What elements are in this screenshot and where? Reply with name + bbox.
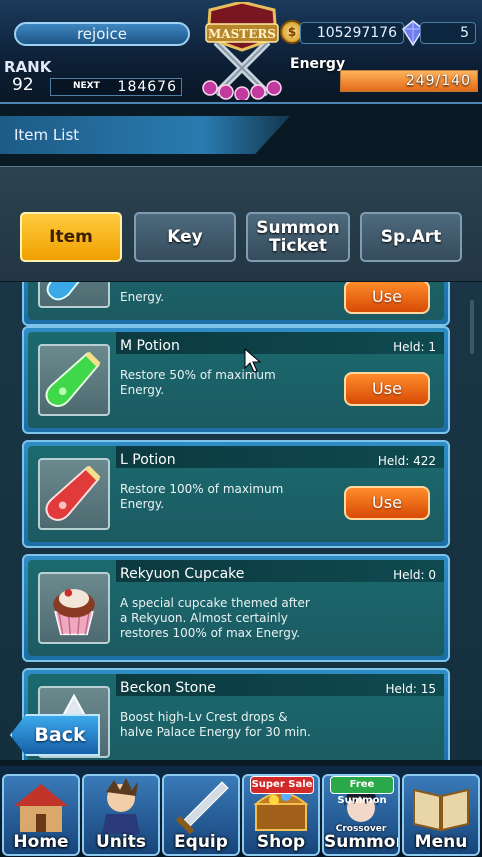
nav-shop[interactable]: Super Sale Shop (242, 774, 320, 856)
nav-home[interactable]: Home (2, 774, 80, 856)
next-exp-value: 184676 (117, 79, 177, 95)
item-name: Beckon Stone (120, 680, 216, 696)
tab-sp-art[interactable]: Sp.Art (360, 212, 462, 262)
next-label: NEXT (73, 81, 100, 91)
masters-crest-logo: MASTERS (202, 2, 282, 100)
cursor-icon (244, 348, 262, 373)
units-icon (102, 778, 140, 834)
top-hud: rejoice MASTERS $ 105297176 5 RANK 92 NE… (0, 0, 482, 104)
item-desc: Energy. (120, 290, 165, 304)
item-held-count: Held: 1 (393, 340, 436, 354)
tab-summon-ticket-label: Summon Ticket (256, 218, 340, 256)
item-name: Rekyuon Cupcake (120, 566, 245, 582)
use-button[interactable]: Use (344, 282, 430, 314)
page-title: Item List (14, 126, 80, 144)
tab-key[interactable]: Key (134, 212, 236, 262)
energy-bar: 249/140 (340, 70, 478, 92)
tab-key-label: Key (167, 227, 203, 247)
energy-label: Energy (290, 56, 346, 72)
tab-sp-art-label: Sp.Art (380, 227, 442, 247)
bottom-nav: Home Units Equip Super Sale Shop Free Su… (0, 766, 482, 857)
back-button[interactable]: Back (10, 714, 100, 756)
item-name: M Potion (120, 338, 180, 354)
m-potion-icon (38, 344, 110, 416)
nav-summon-label: Summon (324, 832, 400, 852)
nav-units[interactable]: Units (82, 774, 160, 856)
nav-equip-label: Equip (174, 832, 228, 852)
list-item-m-potion[interactable]: M Potion Held: 1 Restore 50% of maximum … (22, 326, 450, 434)
tab-summon-ticket[interactable]: Summon Ticket (246, 212, 350, 262)
gem-count: 5 (420, 22, 476, 44)
list-item-l-potion[interactable]: L Potion Held: 422 Restore 100% of maxim… (22, 440, 450, 548)
nav-home-label: Home (13, 832, 69, 852)
nav-menu[interactable]: Menu (402, 774, 480, 856)
energy-value: 249/140 (405, 73, 471, 89)
masters-logo-text: MASTERS (208, 27, 276, 41)
home-icon (14, 784, 68, 832)
tab-item[interactable]: Item (20, 212, 122, 262)
item-desc: Restore 50% of maximum Energy. (120, 368, 276, 397)
use-button[interactable]: Use (344, 486, 430, 520)
free-summon-badge: Free Summon (330, 776, 394, 806)
list-scrollbar[interactable] (470, 300, 474, 354)
nav-menu-label: Menu (414, 832, 468, 852)
list-item-rekyuon-cupcake[interactable]: Rekyuon Cupcake Held: 0 A special cupcak… (22, 554, 450, 662)
rank-label: RANK (4, 58, 52, 76)
list-item-s-potion: Energy. Use (22, 282, 450, 326)
item-list[interactable]: Energy. Use M Potion Held: 1 Restore 50%… (0, 282, 482, 760)
use-button[interactable]: Use (344, 372, 430, 406)
s-potion-icon (38, 282, 110, 308)
nav-equip[interactable]: Equip (162, 774, 240, 856)
coin-count: 105297176 (300, 22, 404, 44)
item-held-count: Held: 0 (393, 568, 436, 582)
super-sale-badge: Super Sale (250, 776, 314, 794)
rank-value: 92 (12, 75, 34, 95)
tab-item-label: Item (49, 227, 93, 247)
player-name[interactable]: rejoice (14, 22, 190, 46)
l-potion-icon (38, 458, 110, 530)
nav-summon[interactable]: Free Summon Crossover Summon (322, 774, 400, 856)
item-desc: A special cupcake themed after a Rekyuon… (120, 596, 310, 640)
next-exp-bar: NEXT 184676 (50, 78, 182, 96)
cupcake-icon (38, 572, 110, 644)
item-held-count: Held: 422 (377, 454, 436, 468)
item-name: L Potion (120, 452, 176, 468)
item-held-count: Held: 15 (385, 682, 436, 696)
nav-units-label: Units (96, 832, 146, 852)
item-desc: Boost high-Lv Crest drops & halve Palace… (120, 710, 311, 739)
item-desc: Restore 100% of maximum Energy. (120, 482, 284, 511)
book-icon (413, 788, 469, 832)
nav-shop-label: Shop (256, 832, 306, 852)
sword-icon (175, 781, 229, 835)
